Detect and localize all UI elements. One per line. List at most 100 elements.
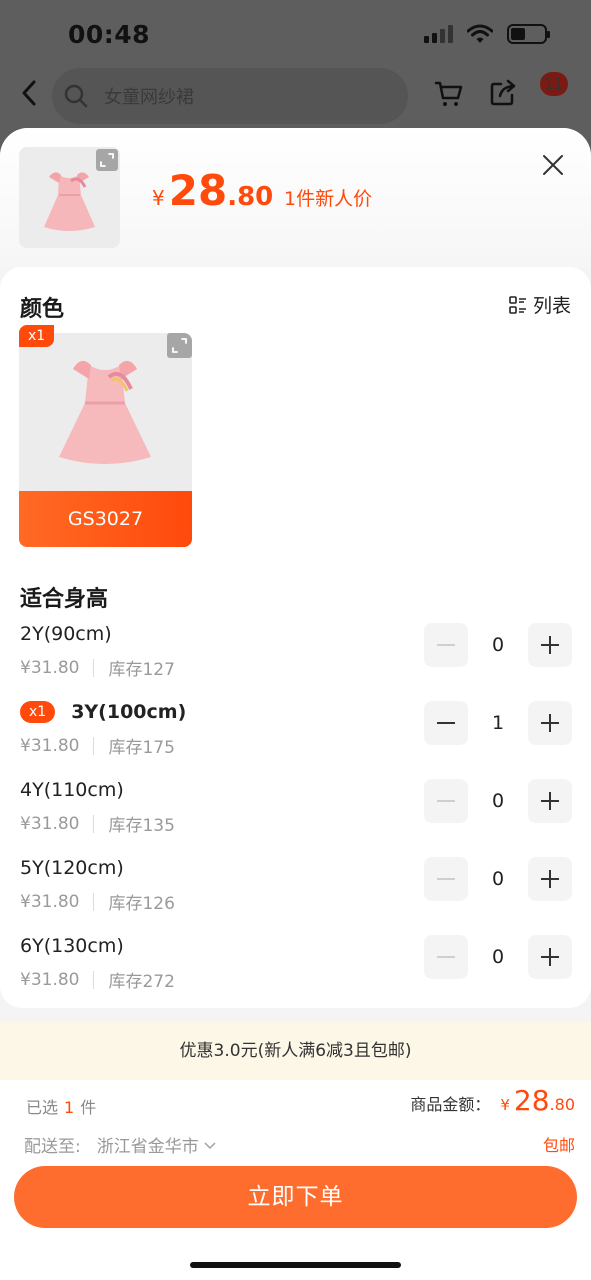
quantity-stepper: 0: [424, 623, 572, 667]
decrease-button[interactable]: [424, 623, 468, 667]
selected-prefix: 已选: [26, 1098, 59, 1117]
search-input[interactable]: 女童网纱裙: [52, 68, 408, 124]
quantity-stepper: 0: [424, 779, 572, 823]
minus-icon: [437, 722, 455, 724]
list-view-label: 列表: [532, 295, 571, 317]
price-integer: 28: [168, 166, 228, 215]
size-section-title: 适合身高: [20, 587, 109, 612]
promo-banner: 优惠3.0元(新人满6减3且包邮): [0, 1022, 591, 1080]
plus-icon: [541, 792, 559, 810]
color-option[interactable]: GS3027: [19, 333, 192, 547]
status-icons: [424, 24, 550, 44]
minus-icon: [437, 800, 455, 802]
minus-icon: [437, 878, 455, 880]
color-section-title: 颜色: [20, 297, 65, 322]
minus-icon: [437, 644, 455, 646]
list-icon: [509, 295, 526, 314]
size-stock: 库存127: [108, 660, 175, 680]
size-stock: 库存135: [108, 816, 175, 836]
cart-icon[interactable]: [434, 78, 464, 108]
increase-button[interactable]: [528, 623, 572, 667]
message-count-badge[interactable]: 11: [540, 72, 568, 96]
options-card: 颜色 列表 x1 GS3027 适合身高 2Y(90cm) ¥31.80 库存1…: [0, 267, 591, 1008]
price-note: 1件新人价: [284, 188, 373, 210]
order-footer: 已选 1 件 商品金额： ¥ 28 .80 配送至: 浙江省金华市 包邮 立即下单: [0, 1080, 591, 1280]
size-label-selected: x1 3Y(100cm): [20, 701, 186, 723]
size-meta: ¥31.80 库存126: [20, 889, 175, 915]
search-icon: [64, 84, 88, 108]
search-placeholder: 女童网纱裙: [104, 87, 194, 108]
size-stock: 库存175: [108, 738, 175, 758]
size-row: 6Y(130cm) ¥31.80 库存272 0: [0, 935, 591, 1007]
price: ¥ 28 .80: [152, 166, 273, 215]
quantity-value[interactable]: 0: [468, 779, 528, 823]
home-indicator: [190, 1262, 401, 1268]
buy-now-button[interactable]: 立即下单: [14, 1166, 577, 1228]
list-view-toggle[interactable]: 列表: [509, 291, 571, 318]
zoom-icon[interactable]: [96, 149, 118, 171]
free-shipping-label: 包邮: [542, 1136, 575, 1155]
sku-selector-sheet: ¥ 28 .80 1件新人价 颜色 列表 x1 GS3027 适合身高 2Y(9…: [0, 128, 591, 1280]
total-decimal: .80: [549, 1095, 575, 1114]
total-currency: ¥: [500, 1096, 510, 1114]
quantity-stepper: 0: [424, 857, 572, 901]
size-row: x1 3Y(100cm) ¥31.80 库存175 1: [0, 701, 591, 773]
size-label: 5Y(120cm): [20, 857, 124, 879]
plus-icon: [541, 948, 559, 966]
size-label: 2Y(90cm): [20, 623, 112, 645]
size-stock: 库存126: [108, 894, 175, 914]
quantity-stepper: 1: [424, 701, 572, 745]
back-icon[interactable]: [16, 78, 42, 108]
increase-button[interactable]: [528, 857, 572, 901]
color-qty-tag: x1: [19, 325, 55, 347]
chevron-down-icon: [204, 1141, 216, 1149]
price-currency: ¥: [152, 186, 165, 210]
close-icon[interactable]: [540, 152, 566, 178]
increase-button[interactable]: [528, 701, 572, 745]
quantity-value[interactable]: 1: [468, 701, 528, 745]
size-label: 6Y(130cm): [20, 935, 124, 957]
battery-icon: [507, 24, 550, 44]
increase-button[interactable]: [528, 935, 572, 979]
background-nav: 女童网纱裙 11: [0, 64, 591, 124]
total-label: 商品金额：: [410, 1095, 491, 1114]
status-bar: 00:48: [0, 0, 591, 70]
selected-suffix: 件: [80, 1098, 97, 1117]
size-price: ¥31.80: [20, 969, 80, 990]
selected-count: 已选 1 件: [26, 1094, 96, 1118]
size-price: ¥31.80: [20, 657, 80, 678]
decrease-button[interactable]: [424, 935, 468, 979]
size-price: ¥31.80: [20, 735, 80, 756]
shipping-address[interactable]: 配送至: 浙江省金华市: [24, 1132, 217, 1157]
decrease-button[interactable]: [424, 701, 468, 745]
decrease-button[interactable]: [424, 779, 468, 823]
quantity-value[interactable]: 0: [468, 857, 528, 901]
quantity-value[interactable]: 0: [468, 935, 528, 979]
size-row: 4Y(110cm) ¥31.80 库存135 0: [0, 779, 591, 851]
ship-label: 配送至:: [24, 1137, 81, 1157]
size-meta: ¥31.80 库存272: [20, 967, 175, 993]
zoom-icon[interactable]: [167, 333, 192, 358]
status-time: 00:48: [68, 20, 151, 49]
plus-icon: [541, 714, 559, 732]
size-qty-tag: x1: [20, 701, 56, 723]
price-decimal: .80: [227, 182, 274, 212]
sheet-header: ¥ 28 .80 1件新人价: [0, 128, 591, 268]
size-meta: ¥31.80 库存135: [20, 811, 175, 837]
size-price: ¥31.80: [20, 813, 80, 834]
plus-icon: [541, 870, 559, 888]
increase-button[interactable]: [528, 779, 572, 823]
plus-icon: [541, 636, 559, 654]
size-label: 3Y(100cm): [71, 701, 187, 723]
total-integer: 28: [513, 1084, 550, 1117]
decrease-button[interactable]: [424, 857, 468, 901]
product-thumbnail[interactable]: [19, 147, 120, 248]
wifi-icon: [467, 24, 493, 43]
ship-destination: 浙江省金华市: [96, 1137, 199, 1157]
share-icon[interactable]: [488, 78, 518, 108]
size-label: 4Y(110cm): [20, 779, 124, 801]
minus-icon: [437, 956, 455, 958]
size-row: 5Y(120cm) ¥31.80 库存126 0: [0, 857, 591, 929]
quantity-value[interactable]: 0: [468, 623, 528, 667]
size-meta: ¥31.80 库存175: [20, 733, 175, 759]
